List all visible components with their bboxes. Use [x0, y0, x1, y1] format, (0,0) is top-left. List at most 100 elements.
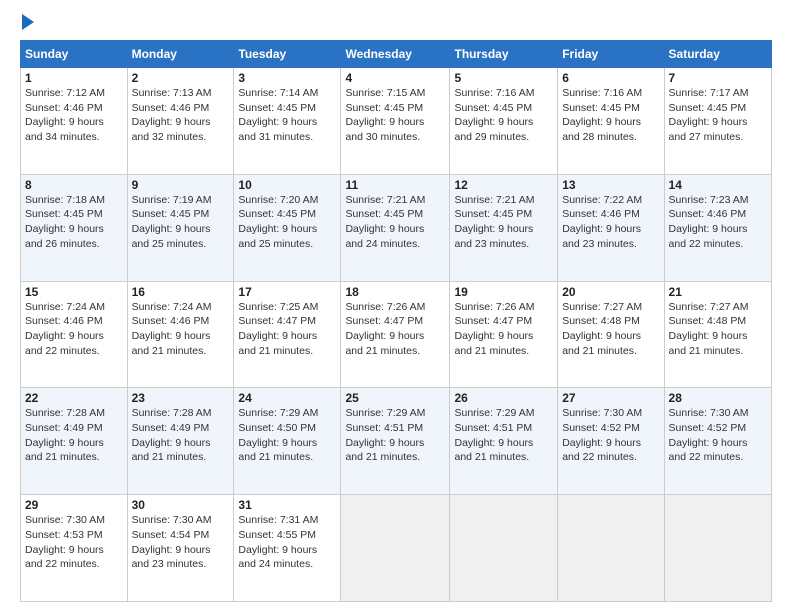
day-info: Sunrise: 7:29 AMSunset: 4:51 PMDaylight:…: [454, 406, 553, 465]
day-number: 4: [345, 71, 445, 85]
day-info-line: Daylight: 9 hours: [562, 330, 641, 342]
day-info-line: and 24 minutes.: [345, 238, 420, 250]
day-info-line: Sunrise: 7:30 AM: [25, 514, 105, 526]
table-row: 30Sunrise: 7:30 AMSunset: 4:54 PMDayligh…: [127, 495, 234, 602]
day-info-line: Sunset: 4:45 PM: [669, 102, 747, 114]
table-row: [558, 495, 664, 602]
day-info-line: Daylight: 9 hours: [669, 116, 748, 128]
day-info-line: Sunset: 4:51 PM: [454, 422, 532, 434]
day-info: Sunrise: 7:24 AMSunset: 4:46 PMDaylight:…: [25, 300, 123, 359]
calendar-header-saturday: Saturday: [664, 41, 771, 68]
table-row: 31Sunrise: 7:31 AMSunset: 4:55 PMDayligh…: [234, 495, 341, 602]
day-info-line: Sunrise: 7:17 AM: [669, 87, 749, 99]
day-number: 12: [454, 178, 553, 192]
day-number: 13: [562, 178, 659, 192]
day-number: 17: [238, 285, 336, 299]
day-info-line: Sunset: 4:52 PM: [669, 422, 747, 434]
day-info-line: Sunrise: 7:12 AM: [25, 87, 105, 99]
day-info-line: Sunrise: 7:22 AM: [562, 194, 642, 206]
day-info-line: and 29 minutes.: [454, 131, 529, 143]
day-info-line: Daylight: 9 hours: [25, 544, 104, 556]
day-number: 26: [454, 391, 553, 405]
day-number: 5: [454, 71, 553, 85]
table-row: 21Sunrise: 7:27 AMSunset: 4:48 PMDayligh…: [664, 281, 771, 388]
day-info-line: and 27 minutes.: [669, 131, 744, 143]
day-info-line: Daylight: 9 hours: [25, 437, 104, 449]
table-row: 9Sunrise: 7:19 AMSunset: 4:45 PMDaylight…: [127, 174, 234, 281]
day-number: 10: [238, 178, 336, 192]
calendar-header-monday: Monday: [127, 41, 234, 68]
day-number: 30: [132, 498, 230, 512]
day-info-line: Sunset: 4:47 PM: [345, 315, 423, 327]
day-info-line: and 22 minutes.: [669, 238, 744, 250]
calendar-header-sunday: Sunday: [21, 41, 128, 68]
day-info-line: Daylight: 9 hours: [25, 116, 104, 128]
day-number: 27: [562, 391, 659, 405]
calendar-header-wednesday: Wednesday: [341, 41, 450, 68]
day-info-line: Sunset: 4:46 PM: [669, 208, 747, 220]
table-row: 15Sunrise: 7:24 AMSunset: 4:46 PMDayligh…: [21, 281, 128, 388]
day-number: 15: [25, 285, 123, 299]
day-info-line: Daylight: 9 hours: [345, 116, 424, 128]
table-row: 17Sunrise: 7:25 AMSunset: 4:47 PMDayligh…: [234, 281, 341, 388]
table-row: 23Sunrise: 7:28 AMSunset: 4:49 PMDayligh…: [127, 388, 234, 495]
day-info-line: Sunrise: 7:24 AM: [132, 301, 212, 313]
day-info-line: and 21 minutes.: [562, 345, 637, 357]
header: [20, 16, 772, 30]
day-info: Sunrise: 7:14 AMSunset: 4:45 PMDaylight:…: [238, 86, 336, 145]
day-info-line: Sunset: 4:46 PM: [132, 315, 210, 327]
table-row: [664, 495, 771, 602]
day-info-line: Sunset: 4:45 PM: [345, 102, 423, 114]
day-info-line: Daylight: 9 hours: [238, 223, 317, 235]
day-info-line: and 26 minutes.: [25, 238, 100, 250]
calendar-header-thursday: Thursday: [450, 41, 558, 68]
day-info-line: Daylight: 9 hours: [238, 437, 317, 449]
page: SundayMondayTuesdayWednesdayThursdayFrid…: [0, 0, 792, 612]
day-number: 21: [669, 285, 767, 299]
day-number: 2: [132, 71, 230, 85]
day-number: 28: [669, 391, 767, 405]
day-info: Sunrise: 7:26 AMSunset: 4:47 PMDaylight:…: [454, 300, 553, 359]
day-info-line: Daylight: 9 hours: [238, 544, 317, 556]
day-info-line: and 24 minutes.: [238, 558, 313, 570]
day-info-line: Sunrise: 7:27 AM: [562, 301, 642, 313]
day-info-line: and 21 minutes.: [132, 451, 207, 463]
day-info-line: Sunset: 4:45 PM: [454, 208, 532, 220]
day-info: Sunrise: 7:30 AMSunset: 4:54 PMDaylight:…: [132, 513, 230, 572]
day-info-line: and 22 minutes.: [562, 451, 637, 463]
day-info-line: Daylight: 9 hours: [669, 223, 748, 235]
day-info: Sunrise: 7:30 AMSunset: 4:52 PMDaylight:…: [669, 406, 767, 465]
day-info-line: Daylight: 9 hours: [25, 330, 104, 342]
day-info: Sunrise: 7:19 AMSunset: 4:45 PMDaylight:…: [132, 193, 230, 252]
table-row: 26Sunrise: 7:29 AMSunset: 4:51 PMDayligh…: [450, 388, 558, 495]
day-info-line: and 25 minutes.: [132, 238, 207, 250]
day-number: 9: [132, 178, 230, 192]
day-info-line: and 21 minutes.: [454, 451, 529, 463]
day-info-line: Sunrise: 7:27 AM: [669, 301, 749, 313]
table-row: 13Sunrise: 7:22 AMSunset: 4:46 PMDayligh…: [558, 174, 664, 281]
day-info-line: Sunrise: 7:16 AM: [454, 87, 534, 99]
day-info-line: Sunrise: 7:25 AM: [238, 301, 318, 313]
day-number: 1: [25, 71, 123, 85]
day-number: 18: [345, 285, 445, 299]
day-info-line: Sunset: 4:46 PM: [25, 315, 103, 327]
calendar-header-friday: Friday: [558, 41, 664, 68]
table-row: 8Sunrise: 7:18 AMSunset: 4:45 PMDaylight…: [21, 174, 128, 281]
day-info-line: Daylight: 9 hours: [454, 223, 533, 235]
day-info-line: Daylight: 9 hours: [345, 330, 424, 342]
day-info: Sunrise: 7:12 AMSunset: 4:46 PMDaylight:…: [25, 86, 123, 145]
day-info: Sunrise: 7:27 AMSunset: 4:48 PMDaylight:…: [562, 300, 659, 359]
day-info-line: Sunset: 4:45 PM: [238, 102, 316, 114]
table-row: 10Sunrise: 7:20 AMSunset: 4:45 PMDayligh…: [234, 174, 341, 281]
day-info-line: Sunset: 4:49 PM: [132, 422, 210, 434]
table-row: 28Sunrise: 7:30 AMSunset: 4:52 PMDayligh…: [664, 388, 771, 495]
day-info: Sunrise: 7:22 AMSunset: 4:46 PMDaylight:…: [562, 193, 659, 252]
day-info: Sunrise: 7:29 AMSunset: 4:51 PMDaylight:…: [345, 406, 445, 465]
day-info-line: Sunrise: 7:30 AM: [669, 407, 749, 419]
day-info: Sunrise: 7:30 AMSunset: 4:53 PMDaylight:…: [25, 513, 123, 572]
day-number: 7: [669, 71, 767, 85]
day-info-line: Sunset: 4:46 PM: [562, 208, 640, 220]
day-info-line: Sunrise: 7:26 AM: [454, 301, 534, 313]
day-info-line: Sunset: 4:47 PM: [454, 315, 532, 327]
table-row: 12Sunrise: 7:21 AMSunset: 4:45 PMDayligh…: [450, 174, 558, 281]
